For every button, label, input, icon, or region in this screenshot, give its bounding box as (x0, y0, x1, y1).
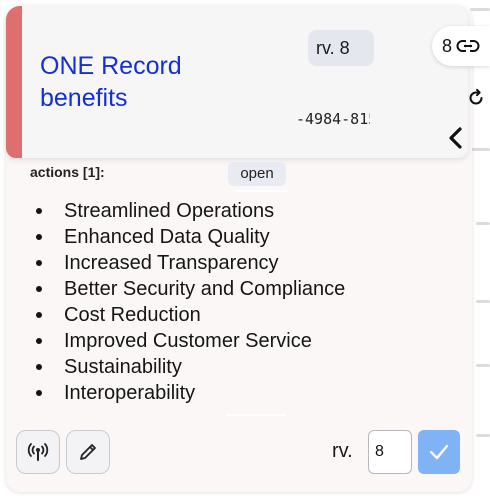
bullet-icon (36, 234, 42, 240)
edit-button[interactable] (66, 430, 110, 474)
bullet-icon (36, 312, 42, 318)
signal-button[interactable] (16, 430, 60, 474)
list-item: Cost Reduction (36, 302, 345, 328)
header-accent-bar (6, 6, 22, 158)
card-title: ONE Record benefits (40, 52, 182, 112)
list-item: Sustainability (36, 354, 345, 380)
background-line (476, 222, 490, 225)
signal-icon (27, 443, 49, 461)
list-item: Interoperability (36, 380, 345, 406)
list-item: Streamlined Operations (36, 198, 345, 224)
checkmark-icon (429, 444, 449, 460)
bullet-icon (36, 286, 42, 292)
bullet-icon (36, 364, 42, 370)
bullet-icon (36, 390, 42, 396)
refresh-icon (469, 88, 483, 105)
background-line (470, 148, 490, 151)
card-header: ONE Record benefits rv. 8 -4984-815 (6, 6, 468, 158)
background-line (476, 434, 490, 437)
background-line (470, 8, 490, 11)
revision-input[interactable] (368, 430, 412, 474)
background-line (476, 300, 490, 303)
bullet-icon (36, 260, 42, 266)
benefits-list: Streamlined Operations Enhanced Data Qua… (36, 198, 345, 406)
links-button[interactable]: 8 (432, 26, 490, 66)
collapse-button[interactable] (440, 120, 468, 156)
pencil-icon (80, 444, 96, 460)
revision-chip[interactable]: rv. 8 (308, 30, 374, 66)
divider (236, 190, 288, 192)
status-badge[interactable]: open (228, 162, 286, 186)
list-item: Enhanced Data Quality (36, 224, 345, 250)
record-id: -4984-815 (296, 110, 370, 128)
chevron-left-icon (449, 127, 462, 149)
revision-label: rv. (332, 440, 353, 462)
list-item: Better Security and Compliance (36, 276, 345, 302)
divider (226, 414, 286, 416)
list-item: Increased Transparency (36, 250, 345, 276)
list-item: Improved Customer Service (36, 328, 345, 354)
link-count: 8 (442, 35, 453, 56)
refresh-button[interactable] (462, 84, 490, 112)
link-icon (456, 40, 480, 52)
actions-label: actions [1]: (30, 164, 105, 180)
bullet-icon (36, 338, 42, 344)
confirm-button[interactable] (418, 430, 460, 474)
background-line (476, 364, 490, 367)
bullet-icon (36, 208, 42, 214)
